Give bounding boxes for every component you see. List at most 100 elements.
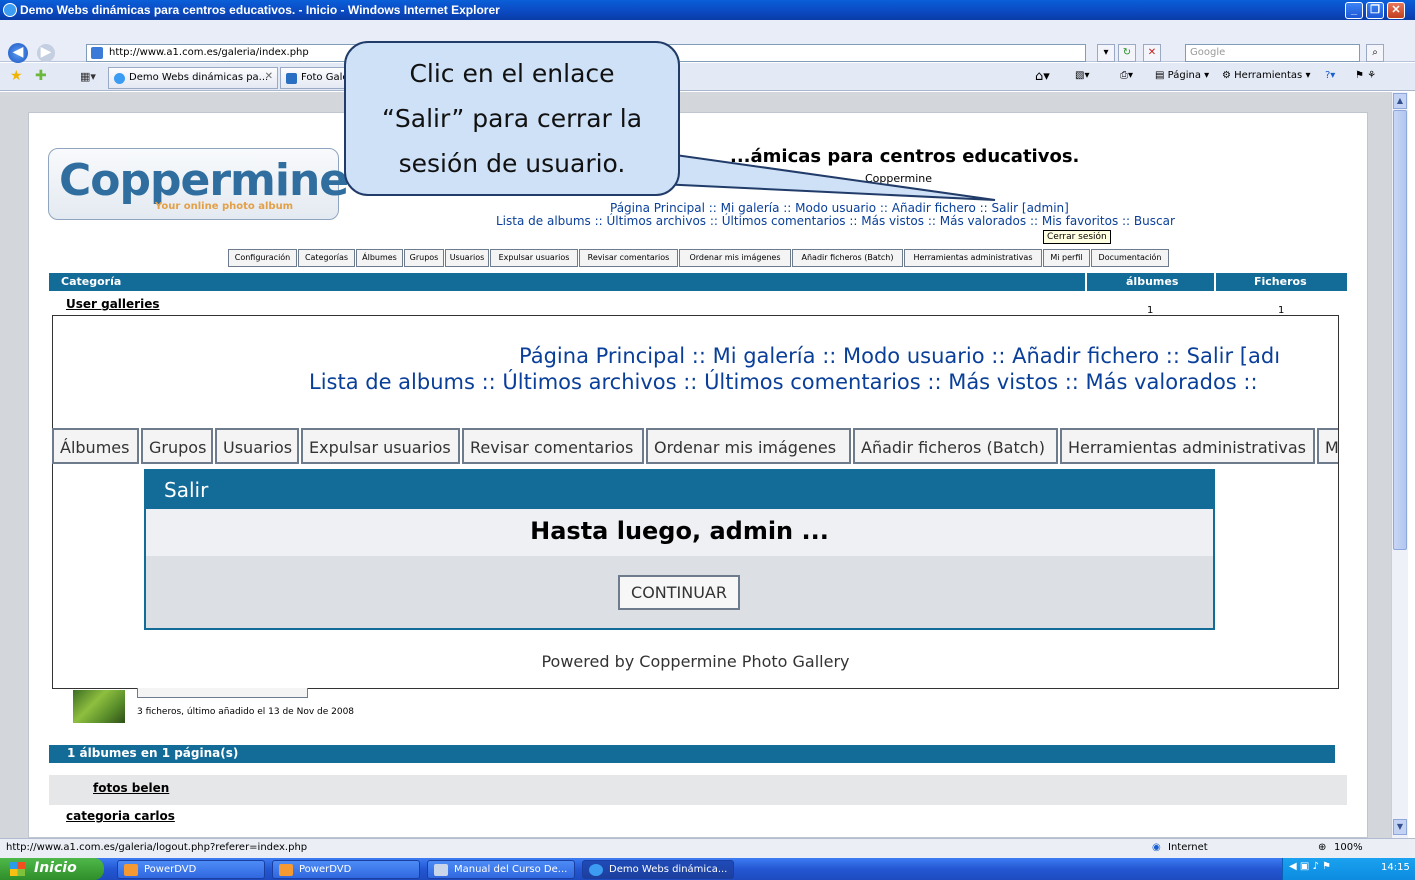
category-link-fotos-belen[interactable]: fotos belen	[93, 781, 169, 795]
files-column-header: Ficheros	[1254, 275, 1307, 288]
scroll-down-icon[interactable]: ▼	[1393, 819, 1407, 835]
main-nav-line1[interactable]: Página Principal :: Mi galería :: Modo u…	[610, 201, 1069, 215]
search-input[interactable]: Google	[1185, 44, 1360, 62]
forward-arrow-icon[interactable]: ▶	[37, 44, 55, 62]
logout-dialog-footer: CONTINUAR	[146, 556, 1213, 628]
callout-line-3: sesión de usuario.	[398, 149, 626, 178]
powerdvd-icon	[279, 864, 293, 876]
zoom-albums-button[interactable]: Álbumes	[52, 428, 139, 464]
close-tab-icon[interactable]: ✕	[265, 71, 273, 82]
task-label: PowerDVD	[299, 864, 352, 875]
internet-zone-icon: ◉	[1152, 842, 1161, 853]
refresh-icon[interactable]: ↻	[1118, 44, 1136, 62]
admin-docs-button[interactable]: Documentación	[1091, 249, 1169, 267]
powerdvd-icon	[124, 864, 138, 876]
album-footer: 1 álbumes en 1 página(s)	[49, 745, 1335, 763]
home-icon[interactable]: ⌂▾	[1035, 69, 1050, 84]
page-icon	[91, 47, 103, 59]
admin-users-button[interactable]: Usuarios	[445, 249, 489, 267]
start-label: Inicio	[34, 860, 77, 876]
tab-foto-galer[interactable]: Foto Galer	[280, 67, 350, 89]
gallery-icon	[286, 73, 297, 84]
albums-column-header: álbumes	[1126, 275, 1179, 288]
callout-line-2: “Salir” para cerrar la	[381, 104, 643, 133]
status-bar: http://www.a1.com.es/galeria/logout.php?…	[0, 838, 1415, 858]
admin-sort-images-button[interactable]: Ordenar mis imágenes	[679, 249, 791, 267]
instruction-callout: Clic en el enlace “Salir” para cerrar la…	[344, 41, 680, 196]
taskbar: Inicio PowerDVD PowerDVD Manual del Curs…	[0, 858, 1415, 880]
admin-review-comments-button[interactable]: Revisar comentarios	[579, 249, 678, 267]
zoom-nav-line2[interactable]: Lista de albums :: Últimos archivos :: Ú…	[309, 370, 1258, 394]
task-powerdvd-1[interactable]: PowerDVD	[117, 860, 265, 879]
admin-groups-button[interactable]: Grupos	[404, 249, 444, 267]
favorites-star-icon[interactable]: ★	[10, 68, 23, 84]
tools-menu[interactable]: ⚙ Herramientas ▾	[1222, 70, 1310, 81]
start-button[interactable]: Inicio	[0, 858, 104, 880]
tray-icons[interactable]: ◀ ▣ ♪ ⚑	[1289, 861, 1331, 872]
album-buttons-partial[interactable]	[137, 688, 308, 698]
back-arrow-icon[interactable]: ◀	[8, 43, 28, 63]
zoom-admin-tools-button[interactable]: Herramientas administrativas	[1060, 428, 1315, 464]
task-label: Manual del Curso De...	[454, 864, 568, 875]
vertical-scrollbar[interactable]: ▲ ▼	[1391, 92, 1408, 838]
zoom-nav-line1[interactable]: Página Principal :: Mi galería :: Modo u…	[519, 344, 1280, 368]
minimize-button[interactable]: _	[1345, 2, 1363, 19]
logo-tagline: Your online photo album	[155, 201, 294, 212]
tab-row: ★ ✚ ▦▾ Demo Webs dinámicas pa... ✕ Foto …	[0, 63, 1415, 91]
admin-ban-users-button[interactable]: Expulsar usuarios	[490, 249, 578, 267]
zoom-sort-images-button[interactable]: Ordenar mis imágenes	[646, 428, 851, 464]
powered-by-text[interactable]: Powered by Coppermine Photo Gallery	[52, 652, 1339, 671]
ie-icon	[589, 864, 603, 876]
quick-tabs-icon[interactable]: ▦▾	[80, 70, 96, 83]
zoom-users-button[interactable]: Usuarios	[215, 428, 299, 464]
main-nav-line2[interactable]: Lista de albums :: Últimos archivos :: Ú…	[496, 214, 1175, 228]
feeds-icon[interactable]: ▧▾	[1075, 70, 1089, 81]
address-row: ◀ ▶ http://www.a1.com.es/galeria/index.p…	[0, 20, 1415, 63]
page-menu[interactable]: ▤ Página ▾	[1155, 70, 1209, 81]
logout-dialog-title: Salir	[146, 471, 1213, 509]
system-tray: ◀ ▣ ♪ ⚑ 14:15	[1282, 858, 1415, 880]
tab-demo-webs[interactable]: Demo Webs dinámicas pa... ✕	[108, 67, 278, 89]
zoom-profile-button-partial[interactable]: M	[1317, 428, 1338, 464]
album-thumbnail[interactable]	[73, 690, 125, 723]
category-link-categoria-carlos[interactable]: categoria carlos	[66, 809, 175, 823]
address-dropdown-icon[interactable]: ▾	[1097, 44, 1115, 62]
category-link-user-galleries[interactable]: User galleries	[66, 297, 160, 311]
admin-tools-button[interactable]: Herramientas administrativas	[904, 249, 1042, 267]
ie-icon	[114, 73, 125, 84]
category-band	[49, 775, 1347, 805]
task-manual-curso[interactable]: Manual del Curso De...	[427, 860, 575, 879]
zoom-groups-button[interactable]: Grupos	[141, 428, 213, 464]
zoom-ban-users-button[interactable]: Expulsar usuarios	[301, 428, 460, 464]
task-powerdvd-2[interactable]: PowerDVD	[272, 860, 420, 879]
admin-batch-add-button[interactable]: Añadir ficheros (Batch)	[792, 249, 903, 267]
category-table-header: Categoría álbumes Ficheros	[49, 273, 1347, 291]
zoom-review-comments-button[interactable]: Revisar comentarios	[462, 428, 644, 464]
admin-profile-button[interactable]: Mi perfil	[1043, 249, 1090, 267]
close-button[interactable]: ✕	[1387, 2, 1405, 19]
admin-config-button[interactable]: Configuración	[228, 249, 297, 267]
add-favorites-icon[interactable]: ✚	[35, 68, 47, 84]
help-icon[interactable]: ?▾	[1325, 70, 1335, 81]
task-label: PowerDVD	[144, 864, 197, 875]
album-info: 3 ficheros, último añadido el 13 de Nov …	[137, 707, 355, 717]
document-icon	[434, 864, 448, 876]
zoom-batch-add-button[interactable]: Añadir ficheros (Batch)	[853, 428, 1058, 464]
continue-button[interactable]: CONTINUAR	[618, 575, 740, 610]
admin-categories-button[interactable]: Categorías	[298, 249, 355, 267]
category-column-header: Categoría	[61, 275, 122, 288]
tab-label: Foto Galer	[301, 72, 350, 83]
search-icon[interactable]: ⌕	[1366, 44, 1384, 62]
coppermine-logo[interactable]: Coppermine Your online photo album	[48, 148, 349, 220]
zoom-icon[interactable]: ⊕	[1318, 842, 1326, 853]
admin-albums-button[interactable]: Álbumes	[356, 249, 403, 267]
maximize-button[interactable]: ❐	[1366, 2, 1384, 19]
site-subtitle: Coppermine	[865, 172, 932, 185]
print-icon[interactable]: ⎙▾	[1120, 70, 1133, 81]
zoom-level[interactable]: 100%	[1334, 842, 1363, 853]
stop-icon[interactable]: ✕	[1143, 44, 1161, 62]
research-icon[interactable]: ⚑ ⚘	[1355, 70, 1376, 81]
scroll-thumb[interactable]	[1393, 110, 1407, 550]
task-demo-webs[interactable]: Demo Webs dinámica...	[582, 860, 734, 879]
scroll-up-icon[interactable]: ▲	[1393, 93, 1407, 109]
